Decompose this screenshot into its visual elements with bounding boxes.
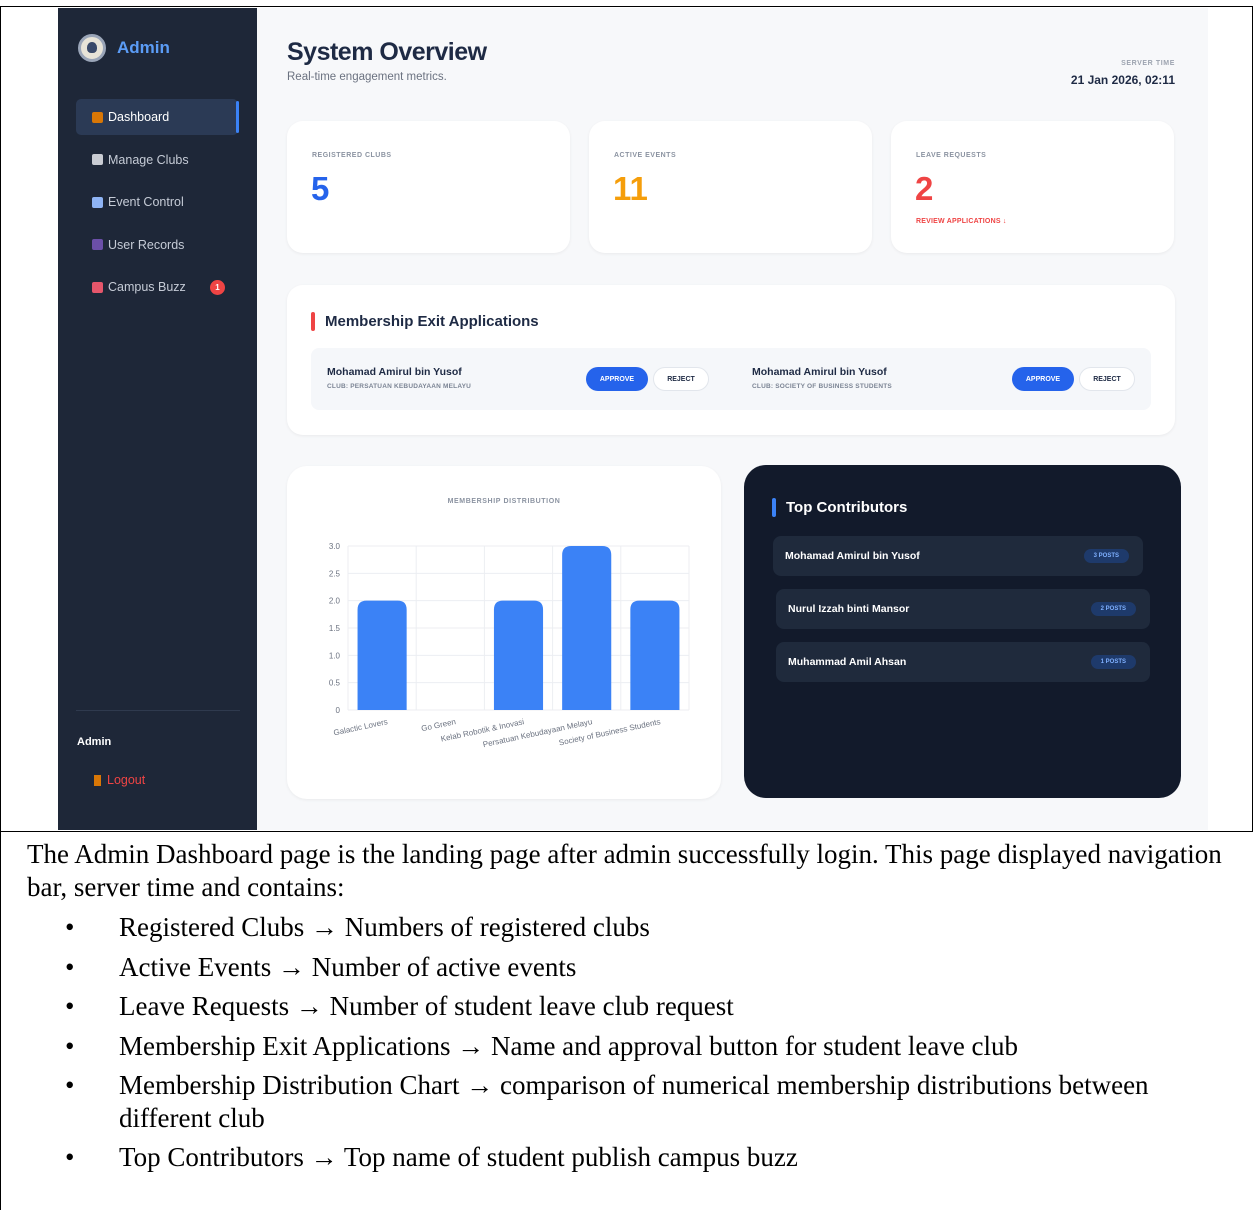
- applicant-name: Mohamad Amirul bin Yusof: [327, 366, 462, 378]
- description-bullet: Membership Distribution Chart → comparis…: [65, 1069, 1227, 1134]
- server-time: SERVER TIME 21 Jan 2026, 02:11: [1071, 60, 1175, 87]
- logo-icon: [78, 34, 106, 62]
- post-count-badge: 3 POSTS: [1083, 549, 1129, 563]
- description-bullet: Leave Requests → Number of student leave…: [65, 990, 1227, 1023]
- exit-application-item: Mohamad Amirul bin Yusof CLUB: SOCIETY O…: [736, 348, 1151, 410]
- house-icon: [92, 111, 103, 123]
- sidebar-item-label: Manage Clubs: [108, 152, 189, 167]
- chart-bar: [630, 600, 680, 710]
- y-tick-label: 2.5: [329, 569, 341, 578]
- exit-application-item: Mohamad Amirul bin Yusof CLUB: PERSATUAN…: [311, 348, 750, 410]
- description-text: The Admin Dashboard page is the landing …: [27, 838, 1227, 1181]
- contributor-name: Muhammad Amil Ahsan: [788, 656, 907, 668]
- approve-button[interactable]: APPROVE: [1012, 367, 1074, 391]
- sidebar-item-event-control[interactable]: Event Control: [76, 184, 238, 220]
- contributor-name: Nurul Izzah binti Mansor: [788, 603, 910, 615]
- y-tick-label: 0.5: [329, 679, 341, 688]
- description-bullet: Active Events → Number of active events: [65, 951, 1227, 984]
- users-icon: [92, 239, 103, 250]
- table-border-left: [0, 6, 1, 1210]
- chart-bar: [493, 600, 544, 710]
- server-time-value: 21 Jan 2026, 02:11: [1070, 73, 1175, 87]
- sidebar-item-label: Event Control: [108, 195, 184, 209]
- megaphone-icon: [92, 281, 103, 293]
- contributor-row: Muhammad Amil Ahsan 1 POSTS: [776, 642, 1150, 682]
- description-bullet: Top Contributors → Top name of student p…: [65, 1141, 1227, 1174]
- server-time-label: SERVER TIME: [1121, 60, 1175, 67]
- stat-value: 2: [915, 170, 934, 207]
- description-bullet: Registered Clubs → Numbers of registered…: [65, 911, 1227, 944]
- sidebar-item-campus-buzz[interactable]: Campus Buzz 1: [76, 269, 238, 305]
- membership-distribution-card: MEMBERSHIP DISTRIBUTION 0 0.5 1.0 1.5 2.0 2.5…: [287, 466, 721, 799]
- y-tick-label: 1.0: [329, 651, 341, 660]
- logout-label: Logout: [107, 773, 146, 787]
- table-border-top: [0, 6, 1253, 7]
- reject-button[interactable]: REJECT: [1079, 367, 1135, 391]
- x-tick-label: Go Green: [420, 717, 456, 733]
- sidebar-item-label: User Records: [108, 237, 185, 252]
- sidebar-item-manage-clubs[interactable]: Manage Clubs: [76, 142, 238, 178]
- description-list: Registered Clubs → Numbers of registered…: [65, 911, 1227, 1174]
- top-contributors-title: Top Contributors: [772, 498, 907, 517]
- approve-button[interactable]: APPROVE: [586, 367, 648, 391]
- calendar-icon: [92, 196, 103, 208]
- sidebar-user-name: Admin: [77, 736, 112, 748]
- description-bullet: Membership Exit Applications → Name and …: [65, 1030, 1227, 1063]
- table-border-middle: [0, 831, 1253, 832]
- sidebar-item-user-records[interactable]: User Records: [76, 227, 238, 263]
- stat-label: ACTIVE EVENTS: [614, 152, 677, 159]
- y-tick-label: 2.0: [329, 597, 341, 606]
- review-applications-link[interactable]: REVIEW APPLICATIONS ↓: [916, 218, 1007, 225]
- chart-bar: [357, 600, 407, 710]
- sidebar-brand[interactable]: Admin: [78, 34, 170, 62]
- brand-title: Admin: [117, 38, 170, 57]
- notification-badge: 1: [210, 280, 225, 295]
- logout-link[interactable]: Logout: [94, 773, 145, 787]
- stat-card-active-events: ACTIVE EVENTS 11: [589, 121, 872, 253]
- x-tick-label: Galactic Lovers: [333, 717, 389, 737]
- y-tick-label: 1.5: [329, 624, 341, 633]
- building-icon: [92, 154, 103, 165]
- stat-label: REGISTERED CLUBS: [312, 152, 392, 159]
- dashboard-screenshot: Admin Dashboard Manage Clubs Event Contr…: [58, 8, 1208, 830]
- contributor-name: Mohamad Amirul bin Yusof: [785, 550, 920, 562]
- y-tick-label: 0: [336, 706, 341, 715]
- sidebar-item-label: Campus Buzz: [108, 280, 186, 294]
- contributor-row: Mohamad Amirul bin Yusof 3 POSTS: [773, 536, 1143, 576]
- page-header: System Overview Real-time engagement met…: [287, 38, 487, 83]
- stat-value: 11: [613, 170, 648, 207]
- post-count-badge: 1 POSTS: [1090, 655, 1136, 669]
- sidebar: Admin Dashboard Manage Clubs Event Contr…: [58, 8, 257, 830]
- sidebar-item-label: Dashboard: [108, 110, 170, 124]
- exit-applications-card: Membership Exit Applications Mohamad Ami…: [287, 285, 1175, 435]
- sidebar-nav: Dashboard Manage Clubs Event Control Use…: [76, 99, 239, 312]
- chart-bar: [562, 546, 612, 710]
- reject-button[interactable]: REJECT: [653, 367, 709, 391]
- description-intro: The Admin Dashboard page is the landing …: [27, 839, 1222, 902]
- stat-card-registered-clubs: REGISTERED CLUBS 5: [287, 121, 570, 253]
- stat-label: LEAVE REQUESTS: [916, 152, 987, 159]
- applicant-name: Mohamad Amirul bin Yusof: [752, 366, 887, 378]
- contributor-row: Nurul Izzah binti Mansor 2 POSTS: [776, 589, 1150, 629]
- exit-applications-title: Membership Exit Applications: [311, 312, 539, 331]
- applicant-club: CLUB: SOCIETY OF BUSINESS STUDENTS: [752, 383, 892, 390]
- sidebar-item-dashboard[interactable]: Dashboard: [76, 99, 239, 135]
- page-title: System Overview: [287, 38, 487, 66]
- stat-value: 5: [311, 170, 330, 207]
- page-subtitle: Real-time engagement metrics.: [287, 71, 447, 83]
- y-tick-label: 3.0: [329, 542, 341, 551]
- membership-distribution-chart: 0 0.5 1.0 1.5 2.0 2.5 3.0 Galactic Lovers Go Gre…: [329, 542, 690, 749]
- sidebar-divider: [76, 710, 240, 711]
- post-count-badge: 2 POSTS: [1090, 602, 1136, 616]
- door-icon: [94, 774, 101, 786]
- applicant-club: CLUB: PERSATUAN KEBUDAYAAN MELAYU: [327, 383, 472, 390]
- stat-card-leave-requests: LEAVE REQUESTS 2 REVIEW APPLICATIONS ↓: [891, 121, 1174, 253]
- top-contributors-card: Top Contributors Mohamad Amirul bin Yuso…: [744, 465, 1181, 798]
